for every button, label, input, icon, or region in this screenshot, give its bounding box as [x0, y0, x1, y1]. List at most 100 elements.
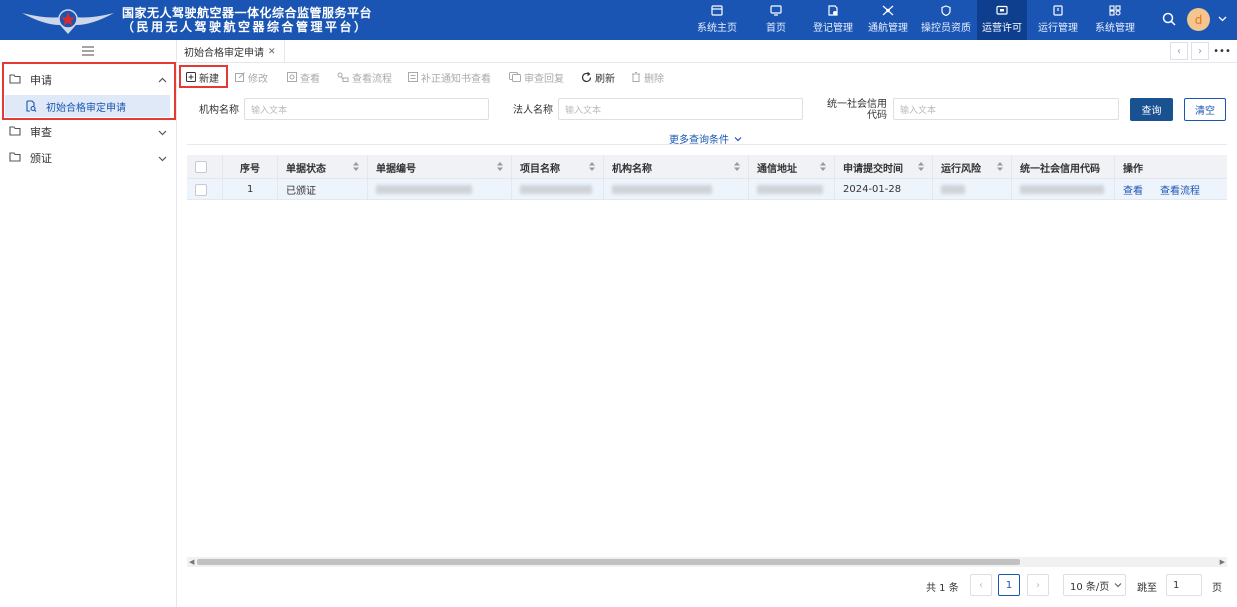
edit-button[interactable]: 修改: [235, 69, 268, 85]
user-avatar[interactable]: d: [1187, 8, 1210, 31]
col-label: 通信地址: [757, 163, 797, 175]
sidebar-group-certificate[interactable]: 颁证: [0, 146, 176, 170]
more-options-icon[interactable]: •••: [1213, 42, 1231, 60]
credit-code-input[interactable]: 输入文本: [893, 98, 1119, 120]
nav-home-system[interactable]: 系统主页: [693, 0, 741, 40]
col-risk[interactable]: 运行风险: [933, 155, 1012, 179]
correction-notice-button[interactable]: 补正通知书查看: [408, 69, 491, 85]
cell-address: [749, 179, 835, 200]
select-all-checkbox[interactable]: [195, 161, 207, 173]
row-view-flow-link[interactable]: 查看流程: [1160, 182, 1200, 197]
chevron-down-icon[interactable]: [1218, 14, 1227, 23]
review-reply-button[interactable]: 审查回复: [509, 69, 564, 85]
org-name-input[interactable]: 输入文本: [244, 98, 489, 120]
flow-icon: [337, 72, 349, 82]
refresh-button[interactable]: 刷新: [581, 69, 615, 85]
nav-system-management[interactable]: 系统管理: [1090, 0, 1140, 40]
row-view-link[interactable]: 查看: [1123, 182, 1143, 197]
sort-icon: [734, 162, 740, 174]
sort-icon: [353, 162, 359, 174]
nav-registration[interactable]: 登记管理: [808, 0, 858, 40]
table-row[interactable]: 1 已颁证 2024-01-28 查看 查看流程: [187, 179, 1227, 200]
sidebar-group-review[interactable]: 审查: [0, 120, 176, 144]
tab-scroll-left-icon[interactable]: ‹: [1170, 42, 1188, 60]
tab-initial-certification[interactable]: 初始合格审定申请 ✕: [177, 40, 285, 63]
query-button[interactable]: 查询: [1130, 98, 1173, 121]
legal-name-input[interactable]: 输入文本: [558, 98, 803, 120]
tab-label: 初始合格审定申请: [184, 48, 264, 59]
table-header: 序号 单据状态 单据编号 项目名称 机构名称 通信地址 申请提交时间 运行风险 …: [187, 155, 1227, 179]
col-submit-time[interactable]: 申请提交时间: [835, 155, 933, 179]
nav-dashboard[interactable]: 首页: [758, 0, 794, 40]
menu-collapse-icon[interactable]: [82, 46, 94, 56]
col-index: 序号: [223, 155, 278, 179]
horizontal-scrollbar[interactable]: ◀ ▶: [187, 557, 1227, 567]
redacted-text: [376, 185, 472, 194]
refresh-label: 刷新: [595, 73, 615, 85]
redacted-text: [941, 185, 965, 194]
scroll-right-arrow-icon[interactable]: ▶: [1220, 558, 1225, 566]
col-doc-no[interactable]: 单据编号: [368, 155, 512, 179]
page-size-select[interactable]: 10 条/页: [1063, 574, 1126, 596]
col-status[interactable]: 单据状态: [278, 155, 368, 179]
col-credit-code: 统一社会信用代码: [1012, 155, 1115, 179]
search-icon[interactable]: [1162, 12, 1176, 26]
nav-operation-management[interactable]: 运行管理: [1033, 0, 1083, 40]
cell-action: 查看 查看流程: [1115, 179, 1227, 200]
review-reply-label: 审查回复: [524, 73, 564, 85]
prev-page-button[interactable]: ‹: [970, 574, 992, 596]
title-line2: （民用无人驾驶航空器综合管理平台）: [122, 20, 369, 34]
nav-operator-qualification[interactable]: 操控员资质: [917, 0, 975, 40]
select-all-cell: [187, 155, 223, 179]
home-window-icon: [711, 5, 723, 16]
tab-scroll-right-icon[interactable]: ›: [1191, 42, 1209, 60]
settings-icon: [1109, 5, 1121, 16]
reply-icon: [509, 72, 521, 82]
highlight-box: [179, 65, 228, 88]
row-checkbox[interactable]: [195, 183, 207, 196]
cell-project: [512, 179, 604, 200]
view-flow-button[interactable]: 查看流程: [337, 69, 392, 85]
nav-label: 运营许可: [982, 23, 1022, 34]
org-name-label: 机构名称: [199, 105, 239, 116]
clear-button[interactable]: 清空: [1184, 98, 1226, 121]
sort-icon: [497, 162, 503, 174]
nav-operation-license[interactable]: 运营许可: [977, 0, 1027, 40]
row-select-cell: [187, 179, 223, 200]
jump-page-input[interactable]: 1: [1166, 574, 1202, 596]
col-project[interactable]: 项目名称: [512, 155, 604, 179]
toolbar: [177, 63, 1237, 89]
col-label: 单据状态: [286, 163, 326, 175]
close-icon[interactable]: ✕: [268, 47, 276, 57]
trash-icon: [632, 72, 640, 82]
delete-button[interactable]: 删除: [631, 69, 664, 85]
edit-icon: [235, 72, 245, 82]
nav-label: 通航管理: [868, 23, 908, 34]
tab-bar: 初始合格审定申请 ✕ ‹ › •••: [177, 40, 1237, 63]
scrollbar-thumb[interactable]: [197, 559, 1020, 565]
credit-code-label-line2: 代码: [867, 110, 887, 121]
folder-icon: [9, 152, 21, 162]
caac-logo-icon: [22, 9, 114, 34]
col-org[interactable]: 机构名称: [604, 155, 749, 179]
col-label: 单据编号: [376, 163, 416, 175]
monitor-icon: [770, 5, 782, 16]
view-button[interactable]: 查看: [287, 69, 320, 85]
nav-label: 系统主页: [697, 23, 737, 34]
page-unit: 页: [1212, 583, 1222, 594]
col-address[interactable]: 通信地址: [749, 155, 835, 179]
sort-icon: [589, 162, 595, 174]
cell-submit-time: 2024-01-28: [835, 179, 933, 200]
next-page-button[interactable]: ›: [1027, 574, 1049, 596]
cell-status: 已颁证: [278, 179, 368, 200]
edit-label: 修改: [248, 73, 268, 85]
redacted-text: [520, 185, 592, 194]
drone-icon: [882, 5, 894, 16]
cell-index: 1: [223, 179, 278, 200]
view-flow-label: 查看流程: [352, 73, 392, 85]
scroll-left-arrow-icon[interactable]: ◀: [189, 558, 194, 566]
highlight-box: [2, 62, 176, 120]
page-number-current[interactable]: 1: [998, 574, 1020, 596]
operation-icon: [1053, 5, 1063, 16]
nav-general-aviation[interactable]: 通航管理: [863, 0, 913, 40]
